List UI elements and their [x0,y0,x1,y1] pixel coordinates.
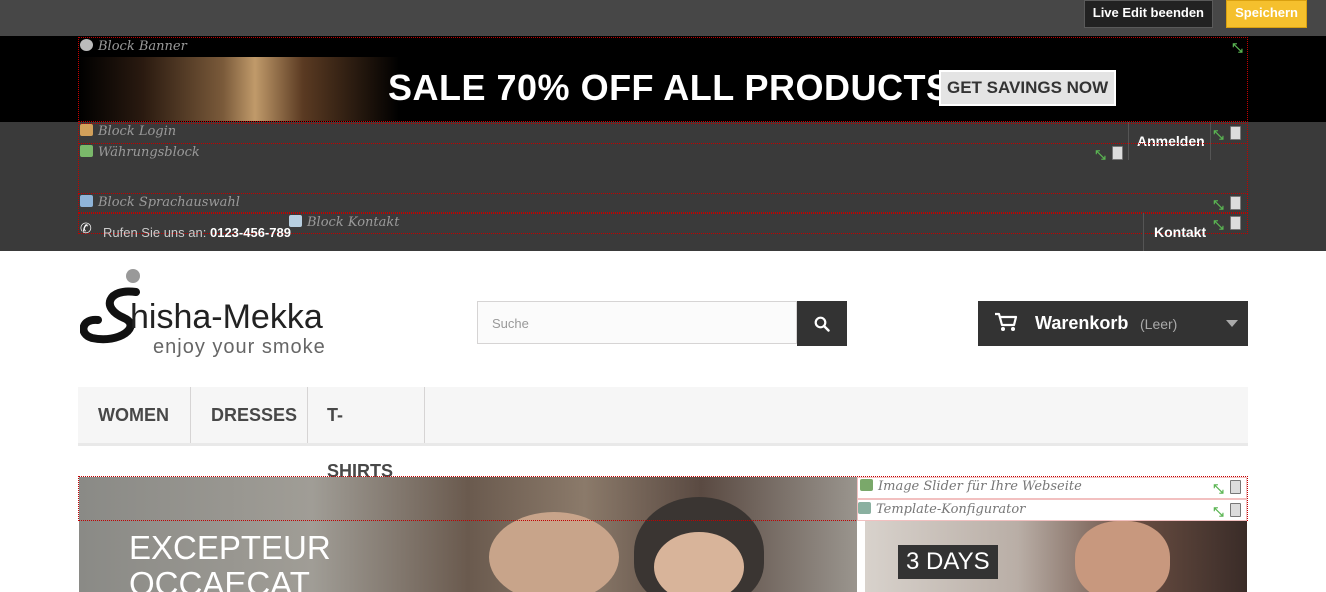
divider [1143,213,1144,251]
live-edit-exit-button[interactable]: Live Edit beenden [1083,0,1213,28]
expand-icon[interactable]: ⤡ [1211,128,1226,142]
block-language-outline [78,193,1248,213]
chevron-down-icon[interactable] [1226,320,1238,327]
slide-title-line2: OCCAECAT [129,565,310,592]
trash-icon[interactable] [1112,146,1123,160]
cart-icon [995,312,1018,331]
contact-phone: 0123-456-789 [209,225,291,240]
block-template-label: Template-Konfigurator [858,502,1025,517]
user-icon [80,124,93,136]
contact-controls: ⤡ [1211,216,1241,232]
trash-icon[interactable] [1230,126,1241,140]
banner-controls: ⤡ [1230,39,1260,55]
currency-controls: ⤡ [1093,146,1123,162]
language-controls: ⤡ [1211,196,1241,212]
contact-link[interactable]: Kontakt [1154,224,1206,240]
expand-icon[interactable]: ⤡ [1211,218,1226,232]
side-banner-face [1075,521,1170,592]
language-icon [80,195,93,207]
save-button[interactable]: Speichern [1226,0,1307,28]
gear-icon [80,39,93,51]
login-controls: ⤡ [1211,126,1241,142]
block-slider-label: Image Slider für Ihre Webseite [860,479,1082,494]
money-icon [80,145,93,157]
search-icon [814,316,830,332]
block-login-label: Block Login [80,124,176,139]
phone-icon: ✆ [80,220,92,236]
image-icon [860,479,873,491]
id-card-icon [289,215,302,227]
trash-icon[interactable] [1230,196,1241,210]
expand-icon[interactable]: ⤡ [1093,148,1108,162]
shop-logo[interactable]: hisha-Mekka enjoy your smoke [80,268,380,360]
slide-title-line1: EXCEPTEUR [129,529,331,566]
expand-icon[interactable]: ⤡ [1211,482,1226,496]
block-banner-outline [78,37,1248,122]
expand-icon[interactable]: ⤡ [1230,41,1245,55]
trash-icon[interactable] [1230,216,1241,230]
block-banner-label: Block Banner [80,39,187,54]
block-login-outline [78,123,1248,144]
block-currency-label: Währungsblock [80,145,200,160]
logo-name: hisha-Mekka [130,298,323,336]
main-menu: WOMEN DRESSES T-SHIRTS [78,387,1248,481]
expand-icon[interactable]: ⤡ [1211,505,1226,519]
template-controls: ⤡ [1211,503,1241,519]
contact-info: Rufen Sie uns an: 0123-456-789 [103,225,291,240]
menu-item-women[interactable]: WOMEN [78,387,191,443]
slider-controls: ⤡ [1211,480,1241,496]
logo-tagline: enjoy your smoke [153,336,326,358]
block-language-label: Block Sprachauswahl [80,195,240,210]
block-currency-outline [78,143,1248,194]
menu-item-tshirts[interactable]: T-SHIRTS [307,387,425,481]
cart-status: (Leer) [1140,316,1178,332]
side-banner-days: 3 DAYS [898,545,998,579]
menu-item-dresses[interactable]: DRESSES [191,387,308,443]
search-input[interactable]: Suche [477,301,797,344]
expand-icon[interactable]: ⤡ [1211,198,1226,212]
cart-label: Warenkorb [1035,313,1129,333]
slide-face-left [489,512,619,592]
search-button[interactable] [797,301,847,346]
contact-prefix: Rufen Sie uns an: [103,225,207,240]
block-contact-label: Block Kontakt [289,215,399,230]
search-placeholder: Suche [492,316,529,331]
trash-icon[interactable] [1230,480,1241,494]
side-promo-banner[interactable]: 3 DAYS [865,521,1247,592]
image-icon [858,502,871,514]
trash-icon[interactable] [1230,503,1241,517]
cart-button[interactable]: Warenkorb (Leer) [978,301,1248,346]
